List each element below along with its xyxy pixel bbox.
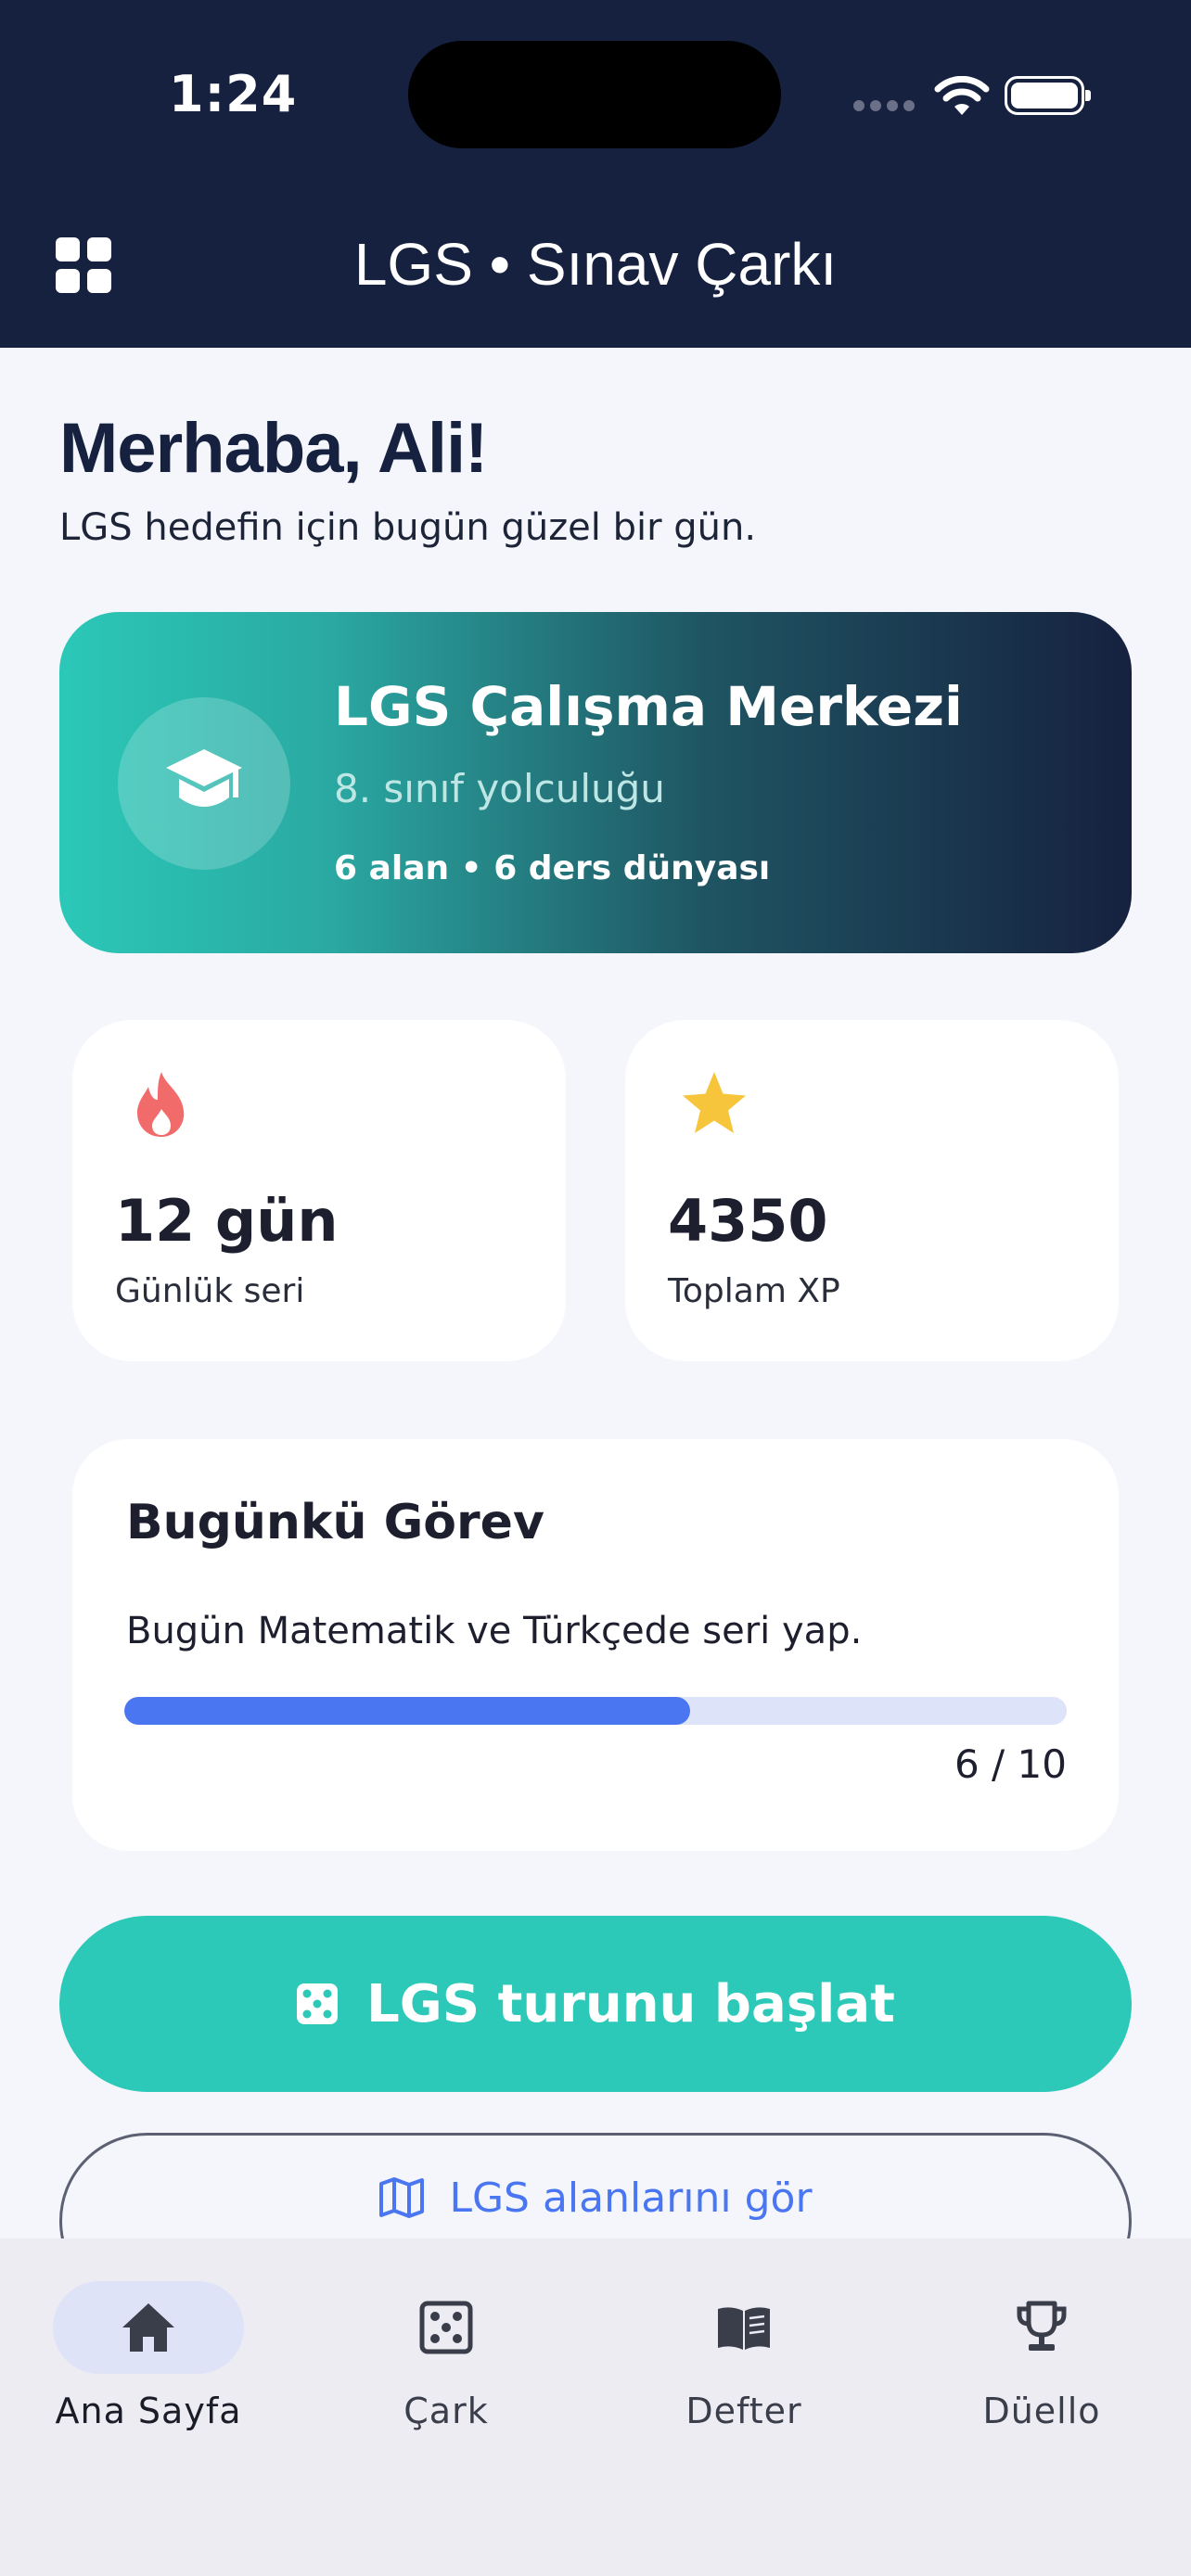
hero-title: LGS Çalışma Merkezi [334,675,963,738]
start-lgs-tour-label: LGS turunu başlat [366,1973,895,2034]
battery-icon [1005,76,1091,115]
xp-card: 4350 Toplam XP [625,1020,1119,1361]
dynamic-island [408,41,781,148]
task-title: Bugünkü Görev [126,1495,544,1550]
nav-label-wheel: Çark [403,2391,489,2431]
hero-subtitle: 8. sınıf yolculuğu [334,766,665,811]
xp-label: Toplam XP [668,1272,840,1310]
nav-item-wheel[interactable]: Çark [307,2281,585,2431]
nav-label-notebook: Defter [685,2391,802,2431]
bottom-nav: Ana Sayfa Çark Defter Düello [0,2238,1191,2576]
study-center-card[interactable]: LGS Çalışma Merkezi 8. sınıf yolculuğu 6… [59,612,1132,953]
book-icon [718,2307,770,2350]
task-progress-fill [124,1697,690,1725]
dice-icon [297,1983,339,2024]
dice-icon [419,2301,473,2354]
view-lgs-areas-label: LGS alanlarını gör [449,2174,813,2222]
nav-label-duel: Düello [982,2391,1101,2431]
home-icon [122,2303,174,2352]
nav-item-duel[interactable]: Düello [903,2281,1181,2431]
map-icon [379,2177,425,2218]
nav-active-indicator [53,2281,244,2374]
task-progress-text: 6 / 10 [954,1741,1067,1787]
trophy-icon [1017,2301,1067,2351]
start-lgs-tour-button[interactable]: LGS turunu başlat [59,1916,1132,2092]
greeting-subtitle: LGS hedefin için bugün güzel bir gün. [59,506,757,549]
flame-icon [137,1072,185,1137]
hero-icon-circle [118,697,290,870]
xp-value: 4350 [668,1187,828,1255]
streak-label: Günlük seri [115,1272,305,1310]
streak-card: 12 gün Günlük seri [72,1020,566,1361]
star-icon [683,1072,746,1133]
nav-item-notebook[interactable]: Defter [605,2281,883,2431]
task-description: Bugün Matematik ve Türkçede seri yap. [126,1610,863,1652]
task-progress-bar [124,1697,1067,1725]
greeting-title: Merhaba, Ali! [59,409,488,488]
daily-task-card: Bugünkü Görev Bugün Matematik ve Türkçed… [72,1439,1119,1851]
graduation-cap-icon [166,749,242,807]
streak-value: 12 gün [115,1187,339,1255]
wifi-icon [934,76,990,115]
header: 1:24 LGS • Sınav Çarkı [0,0,1191,348]
nav-label-home: Ana Sayfa [55,2391,242,2431]
page-title: LGS • Sınav Çarkı [353,231,838,298]
status-time: 1:24 [169,65,298,123]
signal-icon [853,100,915,111]
hero-meta: 6 alan • 6 ders dünyası [334,849,771,887]
nav-item-home[interactable]: Ana Sayfa [9,2281,288,2431]
